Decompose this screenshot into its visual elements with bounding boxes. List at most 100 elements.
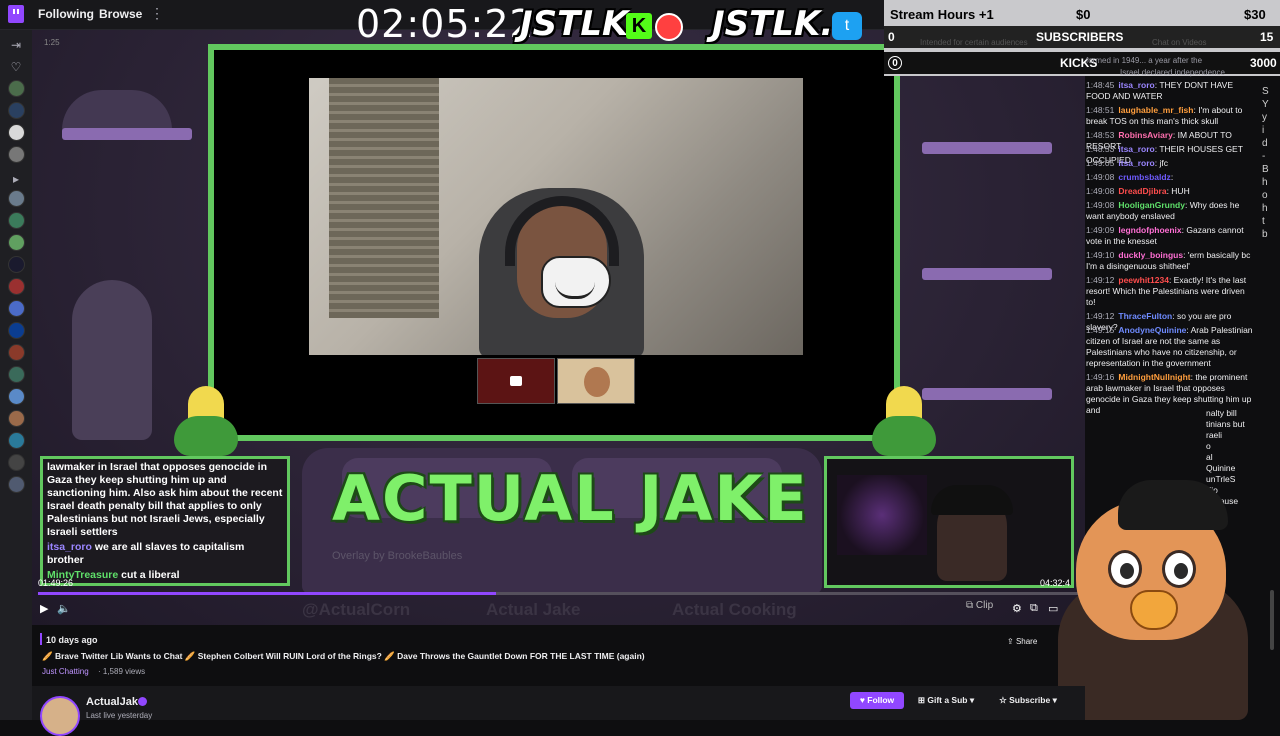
chat-timestamp: 1:49:08 (1086, 172, 1115, 182)
nav-browse[interactable]: Browse (99, 7, 142, 21)
overlay-chat-line: brother (47, 554, 84, 566)
chat-partial-line: tinians but (1206, 419, 1245, 429)
followed-channel-avatar[interactable] (8, 146, 25, 163)
seek-bar[interactable] (38, 592, 1079, 595)
overlay-brand-title: ACTUAL JAKE (332, 462, 809, 535)
faint-note: Intended for certain audiences (920, 38, 1028, 47)
video-player[interactable]: 1:25 lawmaker in Israel that opposes gen… (32, 30, 1085, 625)
video-title: 🥖 Brave Twitter Lib Wants to Chat 🥖 Step… (42, 651, 645, 661)
chat-username[interactable]: AnodyneQuinine (1118, 325, 1186, 335)
chat-timestamp: 1:48:53 (1086, 144, 1115, 154)
chat-username[interactable]: itsa_roro (1118, 158, 1154, 168)
followed-channel-avatar[interactable] (8, 124, 25, 141)
view-count: · 1,589 views (98, 667, 146, 676)
follow-button[interactable]: ♥ Follow (850, 692, 904, 709)
expand-arrow-icon[interactable]: ⇥ (9, 38, 23, 52)
chat-username[interactable]: crumbsbaldz (1118, 172, 1170, 182)
overlay-chat-line: Palestinians but not Israeli Jews, espec… (47, 513, 265, 525)
followed-channel-avatar[interactable] (8, 234, 25, 251)
last-live: Last live yesterday (86, 711, 153, 720)
heart-icon: ♡ (10, 60, 22, 74)
followed-channel-avatar[interactable] (8, 256, 25, 273)
more-menu-icon[interactable]: ⋮ (150, 5, 164, 22)
side-char: - (1262, 151, 1266, 162)
followed-channel-avatar[interactable] (8, 80, 25, 97)
chat-message: 1:49:08 HooliganGrundy: Why does he want … (1086, 200, 1240, 221)
left-rail: ⇥ ♡ ▸ (0, 30, 32, 720)
side-char: B (1262, 164, 1269, 175)
player-top-time: 1:25 (44, 38, 60, 47)
followed-channel-avatar[interactable] (8, 102, 25, 119)
theatre-mode-icon[interactable]: ▭ (1048, 602, 1058, 615)
chat-timestamp: 1:49:12 (1086, 311, 1115, 321)
followed-channel-avatar[interactable] (8, 344, 25, 361)
overlay-chat-line: Israel death penalty bill that applies t… (47, 500, 262, 512)
share-button[interactable]: ⇪ Share (1007, 637, 1047, 651)
followed-channel-avatar[interactable] (8, 190, 25, 207)
chat-message: 1:49:05 itsa_roro: jfc (1086, 158, 1168, 168)
volume-icon[interactable]: 🔈 (57, 602, 71, 615)
chat-text: jfc (1159, 158, 1168, 168)
streamer-hat (931, 485, 1013, 515)
followed-channel-avatar[interactable] (8, 322, 25, 339)
twitch-logo-icon[interactable] (8, 5, 24, 23)
followed-channel-avatar[interactable] (8, 278, 25, 295)
side-char: d (1262, 138, 1268, 149)
participant-thumbnail (557, 358, 635, 404)
chat-scrollbar[interactable] (1270, 590, 1274, 650)
chat-timestamp: 1:49:16 (1086, 372, 1115, 382)
guest-video-feed (309, 78, 803, 355)
overlay-credit: Overlay by BrookeBaubles (332, 550, 463, 562)
picture-in-picture-icon[interactable]: ⧉ (1030, 602, 1038, 615)
followed-channel-avatar[interactable] (8, 410, 25, 427)
chat-username[interactable]: MidnightNullnight (1118, 372, 1190, 382)
chat-username[interactable]: HooliganGrundy (1118, 200, 1185, 210)
chat-message: 1:48:45 itsa_roro: THEY DONT HAVE FOOD AN… (1086, 80, 1234, 101)
play-icon[interactable]: ▶ (40, 602, 48, 615)
twitter-bird-icon: t (832, 12, 862, 40)
clip-button[interactable]: ⧉ Clip (966, 600, 993, 611)
followed-channel-avatar[interactable] (8, 366, 25, 383)
chat-timestamp: 1:49:08 (1086, 186, 1115, 196)
chat-username[interactable]: RobinsAviary (1118, 130, 1172, 140)
followed-channel-avatar[interactable] (8, 432, 25, 449)
time-current: 01:49:26 (38, 578, 74, 588)
chat-username[interactable]: peewhit1234 (1118, 275, 1169, 285)
followed-channel-avatar[interactable] (8, 212, 25, 229)
shelf (922, 388, 1052, 400)
bird-mascot (1058, 480, 1248, 720)
subscribe-button[interactable]: ☆ Subscribe ▾ (992, 692, 1064, 709)
corn-mascot (174, 386, 238, 456)
chat-username[interactable]: legndofphoenix (1118, 225, 1181, 235)
followed-channel-avatar[interactable] (8, 454, 25, 471)
chat-timestamp: 1:49:10 (1086, 250, 1115, 260)
chat-username[interactable]: ThraceFulton (1118, 311, 1172, 321)
chat-text: HUH (1171, 186, 1190, 196)
trollface-sticker (541, 256, 611, 308)
channel-row: ActualJake Last live yesterday ♥ Follow … (32, 686, 1085, 736)
settings-gear-icon[interactable]: ⚙ (1012, 602, 1022, 615)
chat-message: 1:49:08 crumbsbaldz: (1086, 172, 1174, 182)
shelf (922, 268, 1052, 280)
chat-username[interactable]: laughable_mr_fish (1118, 105, 1193, 115)
side-char: b (1262, 229, 1268, 240)
chat-username[interactable]: duckly_boingus (1118, 250, 1183, 260)
chat-username[interactable]: itsa_roro (1118, 80, 1154, 90)
nav-following[interactable]: Following (38, 7, 94, 21)
followed-channel-avatar[interactable] (8, 300, 25, 317)
side-char: t (1262, 216, 1265, 227)
channel-avatar[interactable] (40, 696, 80, 736)
kick-logo-text: JSTLK (520, 4, 629, 44)
chat-username[interactable]: itsa_roro (1118, 144, 1154, 154)
verified-badge-icon (138, 697, 147, 706)
chat-message: 1:49:09 legndofphoenix: Gazans cannot vot… (1086, 225, 1244, 246)
chat-message: 1:49:12 peewhit1234: Exactly! It's the la… (1086, 275, 1247, 307)
chat-partial-line: Quinine (1206, 463, 1236, 473)
kick-icon: K (626, 13, 652, 39)
followed-channel-avatar[interactable] (8, 388, 25, 405)
chat-username[interactable]: DreadDjibra (1118, 186, 1166, 196)
channel-name[interactable]: ActualJake (86, 696, 144, 708)
followed-channel-avatar[interactable] (8, 476, 25, 493)
category-link[interactable]: Just Chatting (42, 667, 89, 676)
gift-sub-button[interactable]: ⊞ Gift a Sub ▾ (910, 692, 982, 709)
